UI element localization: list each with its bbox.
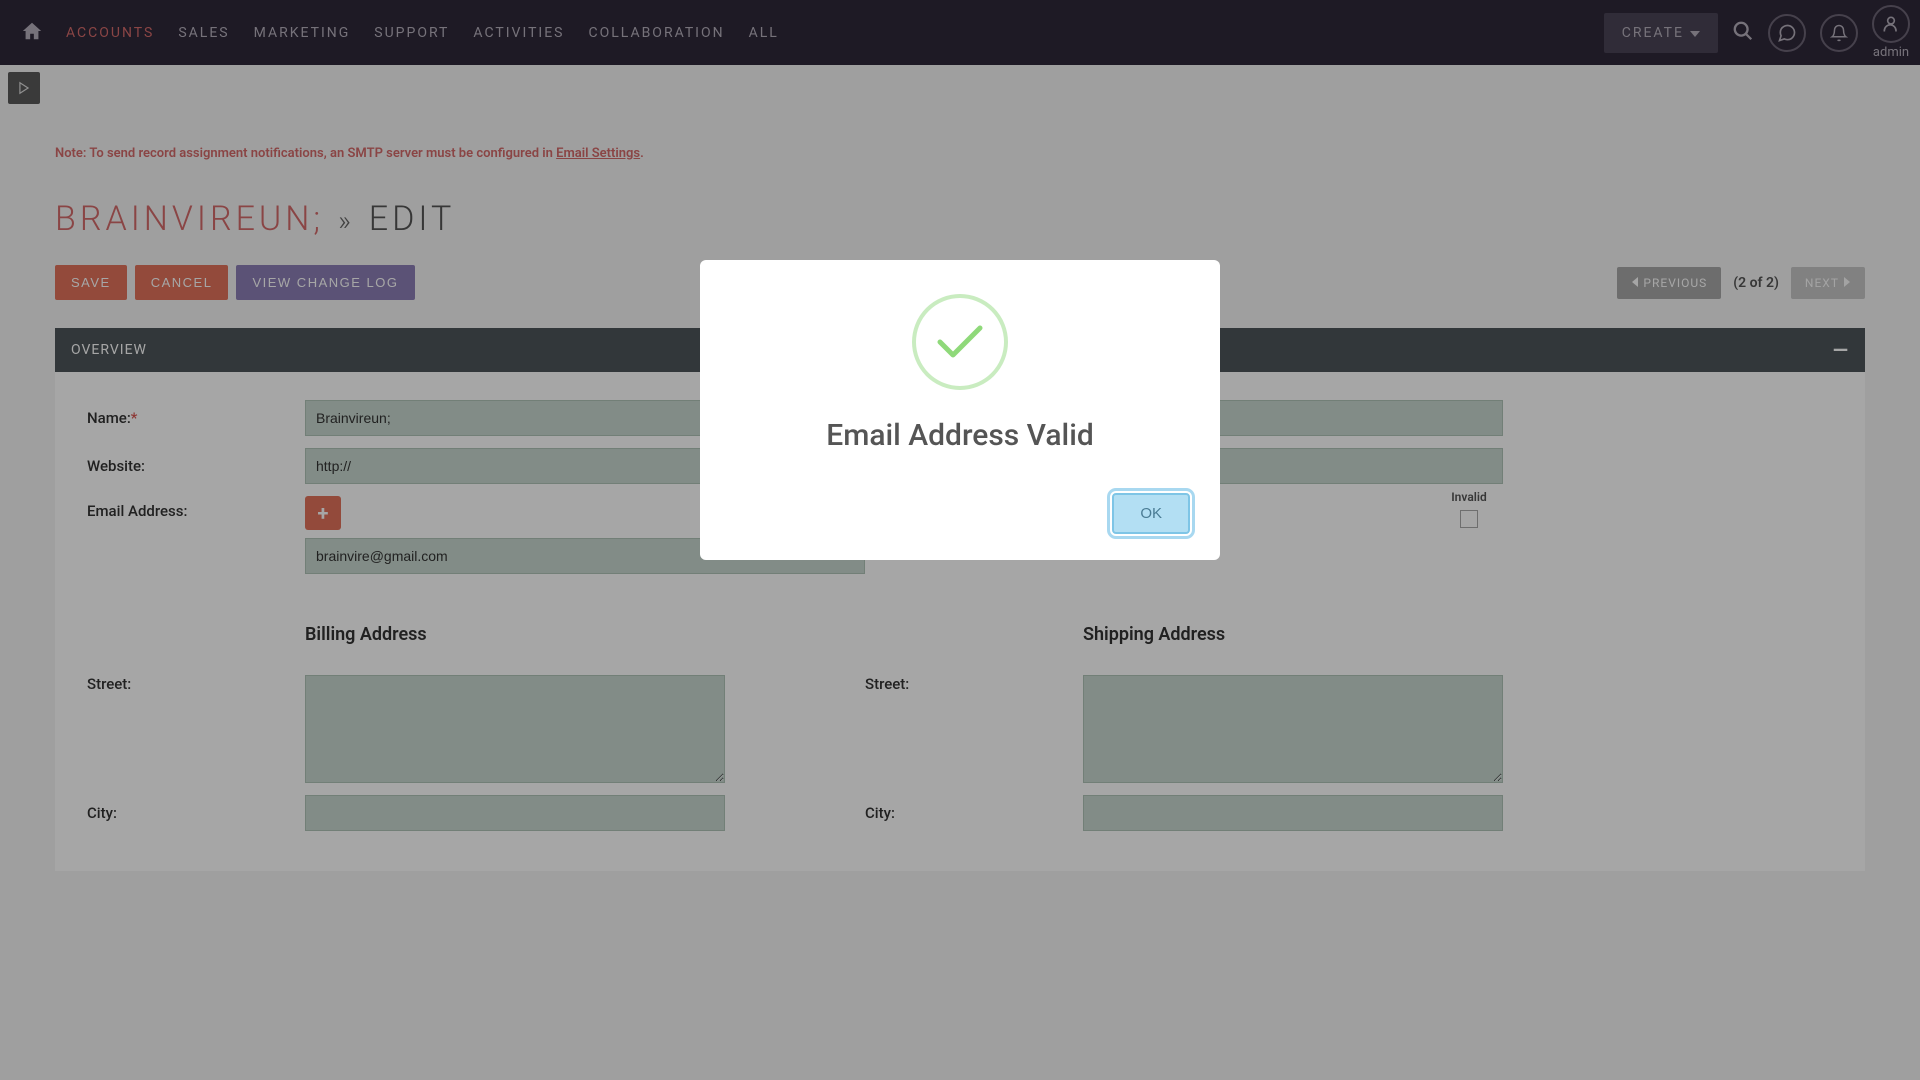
modal-ok-button[interactable]: OK [1112,493,1190,534]
modal-title: Email Address Valid [826,418,1094,453]
modal-overlay: Email Address Valid OK [0,0,1920,1080]
email-valid-modal: Email Address Valid OK [700,260,1220,560]
success-check-icon [912,294,1008,390]
